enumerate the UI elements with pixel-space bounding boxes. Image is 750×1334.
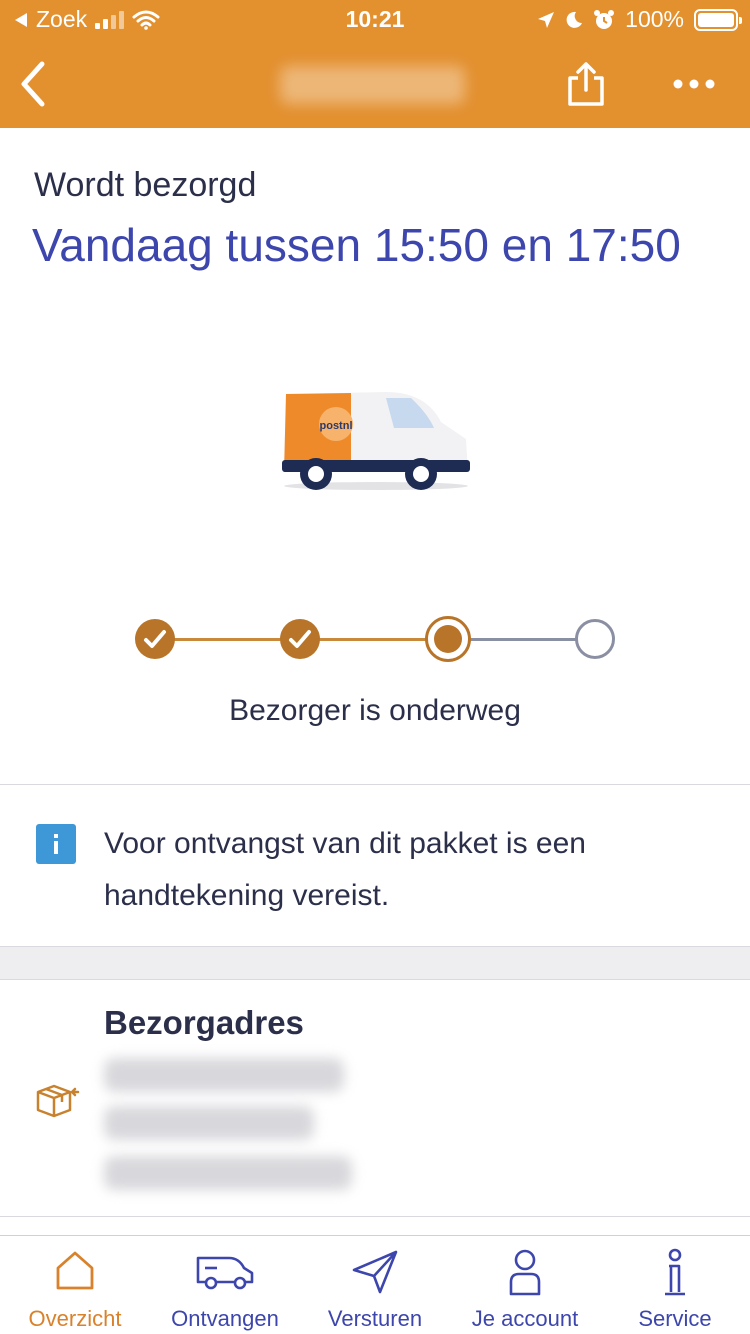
section-divider — [0, 784, 750, 785]
moon-icon — [566, 11, 583, 28]
tab-versturen[interactable]: Versturen — [300, 1236, 450, 1334]
user-icon — [509, 1249, 541, 1296]
signature-notice-line1: Voor ontvangst van dit pakket is een — [104, 827, 586, 860]
van-logo-text: postnl — [320, 420, 353, 432]
top-bar: Zoek 10:21 100% — [0, 0, 750, 128]
battery-percent: 100% — [625, 6, 684, 32]
address-title: Bezorgadres — [104, 1004, 304, 1041]
tab-service[interactable]: Service — [600, 1236, 750, 1334]
tab-overzicht[interactable]: Overzicht — [0, 1236, 150, 1334]
check-icon — [144, 630, 166, 648]
tab-label: Versturen — [327, 1306, 423, 1331]
address-line-redacted — [104, 1058, 344, 1092]
signature-notice-line2: handtekening vereist. — [104, 879, 390, 912]
delivery-status-label: Wordt bezorgd — [34, 166, 257, 204]
progress-step-label: Bezorger is onderweg — [229, 694, 521, 727]
address-line-redacted — [104, 1156, 352, 1190]
status-right: 100% — [537, 6, 742, 33]
status-bar: Zoek 10:21 100% — [0, 0, 750, 40]
home-icon — [56, 1251, 94, 1290]
tab-ontvangen[interactable]: Ontvangen — [150, 1236, 300, 1334]
location-arrow-icon — [538, 11, 555, 28]
info-icon — [36, 824, 76, 864]
step-4-pending — [575, 619, 615, 659]
alarm-icon — [594, 9, 615, 29]
share-icon[interactable] — [562, 60, 610, 108]
tab-label: Overzicht — [28, 1306, 122, 1331]
step-2-done — [280, 619, 320, 659]
tab-label: Je account — [471, 1306, 579, 1331]
chevron-left-icon[interactable] — [14, 56, 54, 112]
delivery-van-illustration: postnl — [282, 392, 470, 490]
section-gap — [0, 946, 750, 980]
tab-label: Service — [638, 1306, 712, 1331]
delivery-progress-stepper — [130, 614, 630, 664]
step-3-current — [425, 616, 471, 662]
nav-title-redacted — [280, 66, 465, 104]
van-icon — [196, 1256, 254, 1290]
info-icon — [665, 1248, 685, 1296]
bottom-tab-bar: Overzicht Ontvangen Versturen Je account… — [0, 1235, 750, 1334]
delivery-eta: Vandaag tussen 15:50 en 17:50 — [32, 219, 681, 271]
section-divider — [0, 1216, 750, 1217]
battery-icon — [694, 8, 742, 31]
address-line-redacted — [104, 1106, 314, 1140]
signature-notice: Voor ontvangst van dit pakket is een han… — [104, 818, 704, 922]
tab-je-account[interactable]: Je account — [450, 1236, 600, 1334]
paper-plane-icon — [352, 1250, 398, 1294]
check-icon — [289, 630, 311, 648]
more-icon[interactable] — [668, 64, 720, 104]
package-return-icon — [36, 1084, 80, 1118]
tab-label: Ontvangen — [171, 1306, 279, 1331]
step-1-done — [135, 619, 175, 659]
